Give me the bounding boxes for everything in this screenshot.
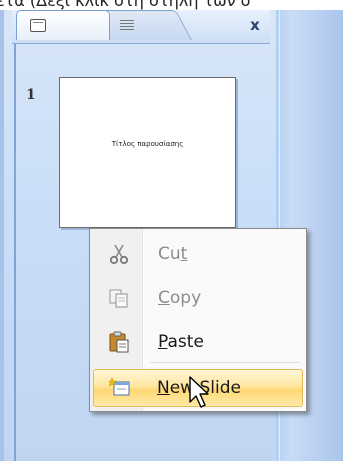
slides-icon xyxy=(30,19,46,32)
menu-item-cut[interactable]: Cut xyxy=(92,235,304,273)
close-pane-button[interactable]: x xyxy=(244,14,266,36)
menu-item-label: Copy xyxy=(158,288,202,308)
new-slide-icon xyxy=(109,377,130,396)
paste-icon xyxy=(109,331,129,353)
outline-icon xyxy=(120,20,134,32)
menu-item-copy[interactable]: Copy xyxy=(92,279,304,317)
slide-title-text: Τίτλος παρουσίασης xyxy=(111,140,184,148)
slide-thumbnail[interactable]: Τίτλος παρουσίασης xyxy=(59,77,236,228)
slide-number: 1 xyxy=(26,87,36,103)
menu-item-label: Paste xyxy=(158,332,204,352)
scissors-icon xyxy=(109,244,129,265)
menu-item-label: Cut xyxy=(158,244,188,264)
mouse-cursor-icon xyxy=(189,376,209,408)
pane-tabs: x xyxy=(12,10,270,44)
copy-icon xyxy=(109,289,128,308)
menu-item-paste[interactable]: Paste xyxy=(92,323,304,361)
